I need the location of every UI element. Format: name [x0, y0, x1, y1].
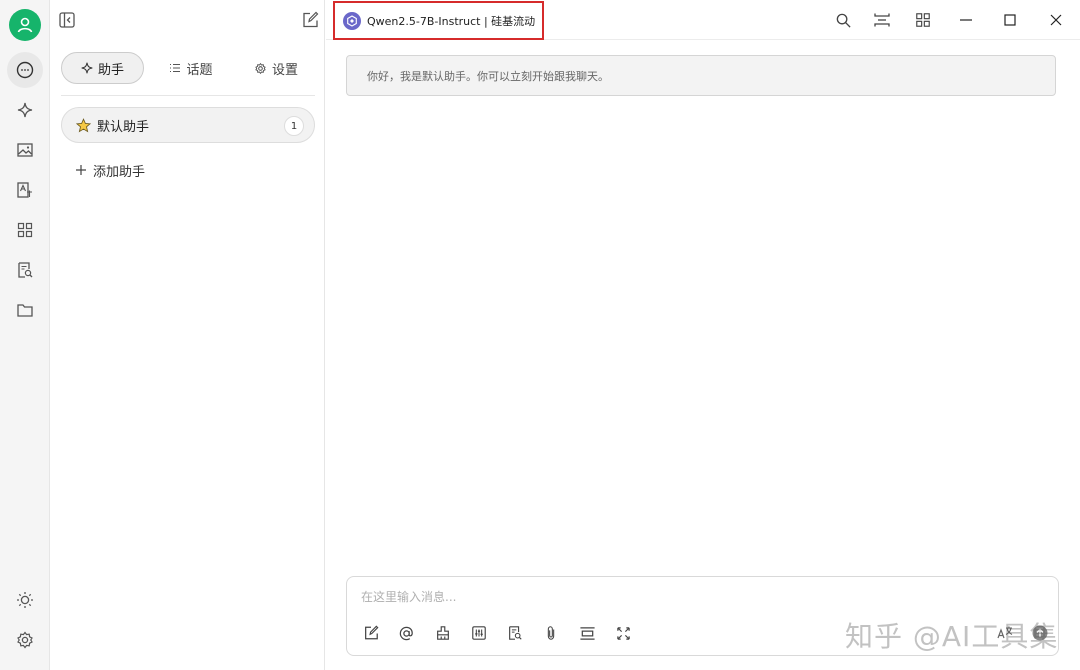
layout-toggle-button[interactable]: [872, 10, 892, 30]
attach-file-button[interactable]: [541, 623, 561, 643]
tab-topics[interactable]: 话题: [156, 52, 226, 84]
doc-search-icon: [509, 626, 522, 640]
chat-icon: [16, 61, 34, 79]
divider: [61, 95, 315, 96]
message-composer: 知乎 @AI工具集: [346, 576, 1059, 656]
at-icon: [399, 626, 413, 640]
star-icon: [76, 117, 91, 132]
add-assistant-label: 添加助手: [93, 164, 146, 180]
mention-model-button[interactable]: [396, 623, 416, 643]
plus-icon: [76, 165, 86, 175]
model-settings-button[interactable]: [469, 623, 489, 643]
assistant-name: 默认助手: [97, 119, 150, 135]
theme-toggle-button[interactable]: [7, 582, 43, 618]
folder-icon: [17, 304, 33, 317]
edit-icon: [365, 625, 379, 640]
tab-label: 设置: [271, 62, 298, 78]
search-button[interactable]: [833, 10, 853, 30]
sidebar-collapse-icon: [59, 12, 75, 28]
model-name: Qwen2.5-7B-Instruct | 硅基流动: [367, 14, 536, 28]
gear-icon: [17, 631, 33, 649]
expand-icon: [616, 626, 630, 640]
sliders-icon: [472, 626, 486, 640]
files-nav-button[interactable]: [7, 292, 43, 328]
close-button[interactable]: [1046, 10, 1066, 30]
watermark-text: 知乎 @AI工具集: [845, 620, 1059, 653]
panel-tabs: 助手 话题 设置: [61, 52, 315, 84]
new-chat-button[interactable]: [300, 10, 320, 30]
doc-search-icon: [18, 262, 33, 278]
assistant-panel: 助手 话题 设置 默认助手 1 添加助手: [51, 0, 325, 670]
chat-main: Qwen2.5-7B-Instruct | 硅基流动 你好，我是默认助手。你可以…: [326, 0, 1080, 670]
sparkle-icon: [81, 62, 93, 74]
user-icon: [17, 17, 33, 33]
new-topic-button[interactable]: [361, 623, 381, 643]
search-icon: [836, 13, 851, 28]
collapse-sidebar-button[interactable]: [57, 10, 77, 30]
user-avatar[interactable]: [9, 9, 41, 41]
clear-context-button[interactable]: [433, 623, 453, 643]
expand-input-button[interactable]: [613, 623, 633, 643]
model-logo-icon: [343, 11, 361, 30]
tab-label: 助手: [97, 62, 124, 78]
tab-settings[interactable]: 设置: [241, 52, 311, 84]
paperclip-icon: [547, 626, 555, 640]
translate-nav-button[interactable]: [7, 172, 43, 208]
toggle-layout-button[interactable]: [577, 623, 597, 643]
knowledge-base-button[interactable]: [505, 623, 525, 643]
clean-icon: [437, 626, 449, 640]
minimize-icon: [960, 19, 972, 21]
translate-icon: [17, 182, 32, 198]
apps-nav-button[interactable]: [7, 212, 43, 248]
maximize-button[interactable]: [1000, 10, 1020, 30]
layout-icon: [579, 626, 595, 640]
close-icon: [1050, 14, 1062, 26]
tab-assistants[interactable]: 助手: [61, 52, 144, 84]
maximize-icon: [1004, 14, 1016, 26]
minimize-button[interactable]: [956, 10, 976, 30]
add-assistant-button[interactable]: 添加助手: [75, 160, 145, 180]
sun-icon: [17, 592, 33, 608]
apps-button[interactable]: [913, 10, 933, 30]
image-icon: [17, 143, 33, 157]
list-icon: [170, 63, 181, 73]
message-input[interactable]: [361, 587, 961, 607]
greeting-text: 你好，我是默认助手。你可以立刻开始跟我聊天。: [367, 69, 609, 83]
settings-nav-button[interactable]: [7, 622, 43, 658]
sparkle-icon: [17, 102, 33, 118]
top-bar: Qwen2.5-7B-Instruct | 硅基流动: [326, 0, 1080, 40]
topic-count-badge: 1: [284, 116, 304, 136]
apps-icon: [916, 13, 930, 27]
image-nav-button[interactable]: [7, 132, 43, 168]
gear-icon: [255, 62, 266, 74]
layout-icon: [874, 13, 890, 27]
model-selector[interactable]: Qwen2.5-7B-Instruct | 硅基流动: [333, 1, 544, 40]
assistant-greeting-message: 你好，我是默认助手。你可以立刻开始跟我聊天。: [346, 55, 1056, 96]
assistant-item-default[interactable]: 默认助手 1: [61, 107, 315, 143]
apps-icon: [17, 222, 33, 238]
knowledge-nav-button[interactable]: [7, 252, 43, 288]
chat-nav-button[interactable]: [7, 52, 43, 88]
edit-icon: [303, 11, 319, 28]
tab-label: 话题: [186, 62, 213, 78]
left-rail: [0, 0, 50, 670]
agents-nav-button[interactable]: [7, 92, 43, 128]
